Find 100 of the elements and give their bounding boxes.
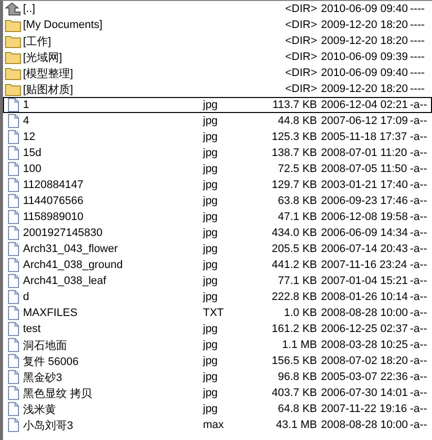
file-size: 434.0 KB [270,227,317,239]
file-row[interactable]: 1144076566 jpg 63.8 KB 2006-09-23 17:46 -a-- [3,193,432,209]
file-row[interactable]: 浅米黄 jpg 64.8 KB 2007-11-22 19:16 -a-- [3,401,432,417]
document-icon [5,114,21,128]
file-attributes: -a-- [410,419,428,431]
file-size: <DIR> [284,67,317,79]
file-date: 2007-06-12 17:09 [321,115,407,127]
folder-icon [5,82,21,96]
file-extension: jpg [203,403,218,415]
file-row[interactable]: 洞石地面 jpg 1.1 MB 2008-03-28 10:25 -a-- [3,337,432,353]
file-date: 2009-12-20 18:20 [321,83,407,95]
file-name: 黑色显纹 拷贝 [23,386,94,400]
file-date: 2008-07-01 11:20 [321,147,407,159]
file-attributes: -a-- [410,211,428,223]
file-attributes: ---- [410,67,425,79]
file-name: 4 [23,115,30,127]
file-row[interactable]: [贴图材质] <DIR> 2009-12-20 18:20 ---- [3,81,432,97]
file-attributes: -a-- [410,243,428,255]
file-extension: jpg [203,259,218,271]
file-name: Arch41_038_leaf [23,275,108,287]
file-date: 2008-08-28 10:00 [321,419,407,431]
file-size: 138.7 KB [270,147,317,159]
file-row[interactable]: 复件 56006 jpg 156.5 KB 2008-07-02 18:20 -a-- [3,353,432,369]
file-row[interactable]: 黑金砂3 jpg 96.8 KB 2005-03-07 22:36 -a-- [3,369,432,385]
file-name: Arch31_043_flower [23,243,119,255]
folder-icon [5,66,21,80]
file-size: 77.1 KB [276,275,317,287]
file-attributes: -a-- [410,163,428,175]
file-attributes: -a-- [410,307,428,319]
file-size: 64.8 KB [276,403,317,415]
file-row[interactable]: [模型整理] <DIR> 2010-06-09 09:40 ---- [3,65,432,81]
file-row[interactable]: [My Documents] <DIR> 2009-12-20 18:20 ---- [3,17,432,33]
file-row[interactable]: 1120884147 jpg 129.7 KB 2003-01-21 17:40 -a-- [3,177,432,193]
file-row[interactable]: Arch41_038_leaf jpg 77.1 KB 2007-01-04 15:21 -a-- [3,273,432,289]
document-icon [5,370,21,384]
document-icon [5,98,21,112]
document-icon [5,242,21,256]
file-extension: jpg [203,163,218,175]
up-arrow-icon [5,2,21,16]
file-name: 1120884147 [23,179,84,191]
file-name: 浅米黄 [23,402,57,416]
file-row[interactable]: 12 jpg 125.3 KB 2005-11-18 17:37 -a-- [3,129,432,145]
file-extension: jpg [203,211,218,223]
file-name: [贴图材质] [23,82,74,96]
file-row[interactable]: [工作] <DIR> 2009-12-20 18:20 ---- [3,33,432,49]
file-name: Arch41_038_ground [23,259,124,271]
file-row[interactable]: Arch31_043_flower jpg 205.5 KB 2006-07-14 20:43 -a-- [3,241,432,257]
file-date: 2008-07-02 18:20 [321,355,407,367]
file-extension: jpg [203,291,218,303]
file-size: 161.2 KB [270,323,317,335]
file-attributes: -a-- [410,387,428,399]
file-row[interactable]: test jpg 161.2 KB 2006-12-25 02:37 -a-- [3,321,432,337]
file-date: 2006-07-30 14:01 [321,387,407,399]
file-row[interactable]: [光域网] <DIR> 2010-06-09 09:39 ---- [3,49,432,65]
file-name: 12 [23,131,36,143]
file-attributes: ---- [410,83,425,95]
file-size: 43.1 MB [275,419,317,431]
file-row[interactable]: 15d jpg 138.7 KB 2008-07-01 11:20 -a-- [3,145,432,161]
file-row[interactable]: 2001927145830 jpg 434.0 KB 2006-06-09 14:34 -a-- [3,225,432,241]
file-size: 156.5 KB [270,355,317,367]
file-date: 2006-09-23 17:46 [321,195,407,207]
file-attributes: -a-- [410,259,428,271]
file-name: [模型整理] [23,66,74,80]
file-attributes: ---- [410,19,425,31]
file-name: 1158989010 [23,211,84,223]
file-row[interactable]: MAXFILES TXT 1.0 KB 2008-08-28 10:00 -a-- [3,305,432,321]
document-icon [5,258,21,272]
file-attributes: -a-- [410,291,428,303]
file-date: 2005-03-07 22:36 [321,371,407,383]
file-row[interactable]: 1 jpg 113.7 KB 2006-12-04 02:21 -a-- [3,97,432,113]
file-extension: jpg [203,275,218,287]
file-date: 2003-01-21 17:40 [321,179,407,191]
file-extension: jpg [203,227,218,239]
file-row[interactable]: 黑色显纹 拷贝 jpg 403.7 KB 2006-07-30 14:01 -a-- [3,385,432,401]
file-row[interactable]: 小岛刘哥3 max 43.1 MB 2008-08-28 10:00 -a-- [3,417,432,433]
file-attributes: -a-- [410,355,428,367]
file-name: [工作] [23,34,52,48]
file-row[interactable]: d jpg 222.8 KB 2008-01-26 10:14 -a-- [3,289,432,305]
document-icon [5,322,21,336]
file-size: 72.5 KB [276,163,317,175]
file-date: 2005-11-18 17:37 [321,131,407,143]
file-size: 44.8 KB [276,115,317,127]
file-extension: TXT [203,307,224,319]
file-size: 113.7 KB [272,99,317,111]
file-name: 100 [23,163,42,175]
file-row[interactable]: [..] <DIR> 2010-06-09 09:40 ---- [3,1,432,17]
file-date: 2010-06-09 09:39 [321,51,407,63]
file-date: 2007-11-16 23:24 [321,259,407,271]
file-row[interactable]: 1158989010 jpg 47.1 KB 2006-12-08 19:58 -a-- [3,209,432,225]
file-extension: jpg [203,179,218,191]
file-size: 47.1 KB [276,211,317,223]
file-row[interactable]: 4 jpg 44.8 KB 2007-06-12 17:09 -a-- [3,113,432,129]
file-size: <DIR> [284,51,317,63]
document-icon [5,130,21,144]
file-extension: jpg [203,339,218,351]
file-row[interactable]: 100 jpg 72.5 KB 2008-07-05 11:50 -a-- [3,161,432,177]
file-attributes: -a-- [410,115,428,127]
file-extension: jpg [203,371,218,383]
file-row[interactable]: Arch41_038_ground jpg 441.2 KB 2007-11-16 23:24 -a-- [3,257,432,273]
file-extension: jpg [203,323,218,335]
